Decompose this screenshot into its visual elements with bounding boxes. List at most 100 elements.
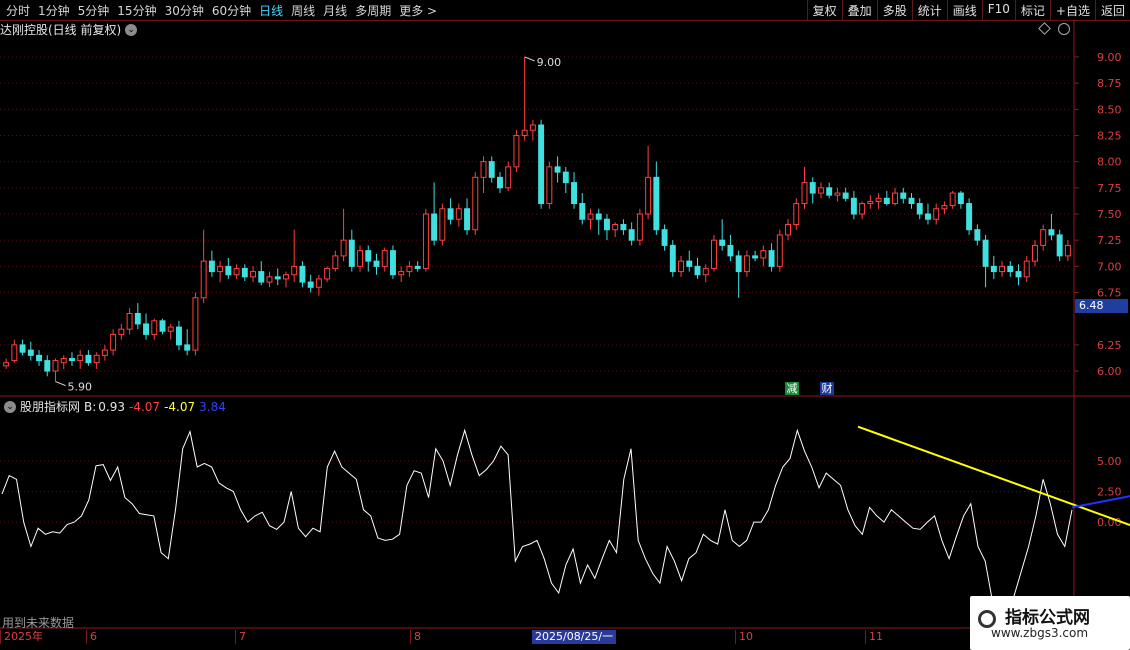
candle-body: [653, 176, 660, 231]
date-tick: 11: [865, 630, 883, 644]
candle-body: [933, 208, 940, 220]
candle-body: [710, 239, 717, 269]
candle-body: [19, 344, 26, 353]
candle-body: [225, 265, 232, 276]
candle-body: [274, 276, 281, 280]
current-price-tag: 6.48: [1075, 299, 1128, 313]
price-tick-label: 6.25: [1097, 339, 1122, 352]
candle-body: [834, 192, 841, 196]
price-tick-label: 6.75: [1097, 287, 1122, 300]
candle-body: [93, 354, 100, 364]
candle-body: [422, 213, 429, 269]
candle-body: [60, 357, 67, 364]
candle-body: [867, 200, 874, 205]
candle-body: [793, 203, 800, 225]
indicator-line: [1, 428, 1073, 621]
candle-body: [332, 255, 339, 269]
candle-body: [982, 239, 989, 267]
logo-text: 指标公式网: [1005, 608, 1090, 628]
candle-body: [612, 223, 619, 231]
indicator-tick-label: 5.00: [1097, 455, 1122, 468]
candle-body: [875, 197, 882, 202]
candle-body: [431, 213, 438, 241]
candle-body: [77, 354, 84, 362]
price-tick-label: 7.00: [1097, 260, 1122, 273]
candle-body: [496, 176, 503, 189]
candle-body: [291, 265, 298, 276]
candle-body: [217, 265, 224, 273]
candle-body: [941, 205, 948, 210]
candle-body: [389, 250, 396, 276]
chevron-down-icon[interactable]: ⌄: [4, 400, 16, 413]
candle-body: [817, 187, 824, 194]
candle-body: [571, 182, 578, 205]
candle-body: [365, 250, 372, 262]
date-tick: 10: [735, 630, 753, 644]
candle-body: [579, 203, 586, 220]
candle-body: [315, 278, 322, 288]
candle-body: [826, 187, 833, 196]
candle-body: [529, 124, 536, 131]
candle-body: [727, 244, 734, 257]
price-tick-label: 8.75: [1097, 77, 1122, 90]
candle-body: [44, 360, 51, 372]
candle-body: [299, 265, 306, 283]
candle-body: [966, 203, 973, 231]
candle-body: [118, 328, 125, 335]
indicator-header: ⌄ 股朋指标网 B: 0.93 -4.07 -4.07 3.84: [0, 398, 230, 415]
candle-body: [645, 176, 652, 215]
candle-body: [200, 260, 207, 299]
candle-body: [892, 192, 899, 205]
candle-body: [340, 239, 347, 257]
candle-body: [883, 197, 890, 205]
candle-body: [266, 276, 273, 283]
candle-body: [447, 208, 454, 220]
candle-body: [307, 281, 314, 288]
candle-body: [776, 234, 783, 267]
candle-body: [480, 161, 487, 178]
future-data-note: 用到未来数据: [2, 616, 75, 630]
candle-body: [167, 326, 174, 332]
candle-body: [538, 124, 545, 205]
candle-body: [208, 260, 215, 273]
candle-body: [513, 134, 520, 168]
candle-body: [735, 255, 742, 273]
date-axis: 2025年 6 7 8 10 11 2025/08/25/一: [0, 630, 1074, 644]
indicator-tick-label: 2.50: [1097, 485, 1122, 498]
candle-body: [603, 218, 610, 231]
candle-body: [455, 208, 462, 220]
candle-body: [464, 208, 471, 231]
candle-body: [381, 250, 388, 267]
high-pointer: [524, 56, 535, 62]
candle-body: [27, 349, 34, 356]
candle-body: [669, 244, 676, 273]
logo-url: www.zbgs3.com: [991, 626, 1089, 640]
candle-body: [587, 213, 594, 220]
candle-body: [406, 265, 413, 273]
candle-body: [143, 323, 150, 335]
high-price-label: 9.00: [537, 56, 562, 69]
candle-body: [3, 362, 10, 367]
candle-body: [916, 203, 923, 215]
candle-body: [661, 229, 668, 246]
candle-body: [241, 267, 248, 278]
candle-body: [134, 312, 141, 325]
candle-body: [702, 267, 709, 276]
candle-body: [1064, 244, 1071, 257]
candle-body: [184, 344, 191, 351]
candle-body: [686, 260, 693, 267]
chart-canvas[interactable]: 9.00 8.75 8.50 8.25 8.00 7.75 7.50 7.25 7.00 6.75…: [0, 0, 1130, 650]
candle-body: [101, 349, 108, 356]
candle-body: [1015, 271, 1022, 278]
indicator-b-value: 0.93: [98, 399, 126, 414]
price-tick-label: 9.00: [1097, 51, 1122, 64]
candle-body: [990, 265, 997, 273]
candle-body: [850, 197, 857, 215]
low-pointer: [55, 381, 66, 386]
candle-body: [760, 250, 767, 259]
candle-body: [398, 271, 405, 276]
finance-badge[interactable]: 财: [820, 382, 834, 395]
candle-body: [628, 229, 635, 241]
candle-body: [282, 274, 289, 280]
reduce-badge[interactable]: 减: [785, 382, 799, 395]
